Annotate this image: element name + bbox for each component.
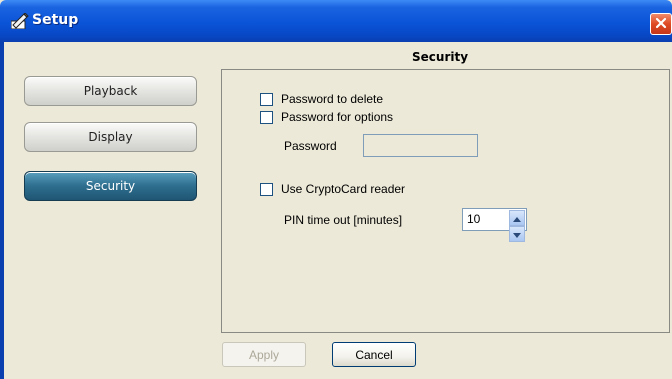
apply-button[interactable]: Apply xyxy=(222,342,306,367)
sidebar-item-label: Display xyxy=(88,130,133,144)
sidebar-item-security[interactable]: Security xyxy=(24,171,197,201)
sidebar-item-display[interactable]: Display xyxy=(24,122,197,152)
window-frame-left xyxy=(0,42,4,379)
password-to-delete-row[interactable]: Password to delete xyxy=(260,92,383,106)
sidebar-item-label: Security xyxy=(85,179,136,193)
pin-timeout-stepper[interactable]: 10 xyxy=(462,208,527,242)
stepper-down-button[interactable] xyxy=(509,226,525,242)
stepper-up-button[interactable] xyxy=(509,210,525,226)
title-bar[interactable]: Setup xyxy=(0,0,672,42)
use-cryptocard-row[interactable]: Use CryptoCard reader xyxy=(260,182,405,196)
close-icon xyxy=(655,17,667,32)
apply-button-label: Apply xyxy=(248,347,280,362)
password-input[interactable] xyxy=(363,134,478,157)
section-title: Security xyxy=(412,50,469,64)
use-cryptocard-label: Use CryptoCard reader xyxy=(281,182,406,196)
password-to-delete-label: Password to delete xyxy=(281,92,384,106)
stepper-buttons xyxy=(509,210,525,242)
password-for-options-checkbox[interactable] xyxy=(260,110,273,124)
sidebar-item-playback[interactable]: Playback xyxy=(24,76,197,106)
sidebar-item-label: Playback xyxy=(83,84,138,98)
cancel-button[interactable]: Cancel xyxy=(332,342,416,367)
use-cryptocard-checkbox[interactable] xyxy=(260,182,273,196)
cancel-button-label: Cancel xyxy=(355,347,393,362)
window-title: Setup xyxy=(32,12,79,28)
password-for-options-label: Password for options xyxy=(281,110,394,124)
password-label: Password xyxy=(284,139,337,153)
setup-pen-icon xyxy=(10,12,29,30)
pin-timeout-value[interactable]: 10 xyxy=(467,212,480,226)
setup-window: Setup Playback Display Security Security… xyxy=(0,0,672,379)
chevron-up-icon xyxy=(513,211,521,225)
chevron-down-icon xyxy=(513,227,521,241)
security-panel xyxy=(221,69,670,333)
pin-timeout-label: PIN time out [minutes] xyxy=(284,213,403,227)
password-to-delete-checkbox[interactable] xyxy=(260,92,273,106)
close-button[interactable] xyxy=(650,13,672,35)
password-for-options-row[interactable]: Password for options xyxy=(260,110,393,124)
